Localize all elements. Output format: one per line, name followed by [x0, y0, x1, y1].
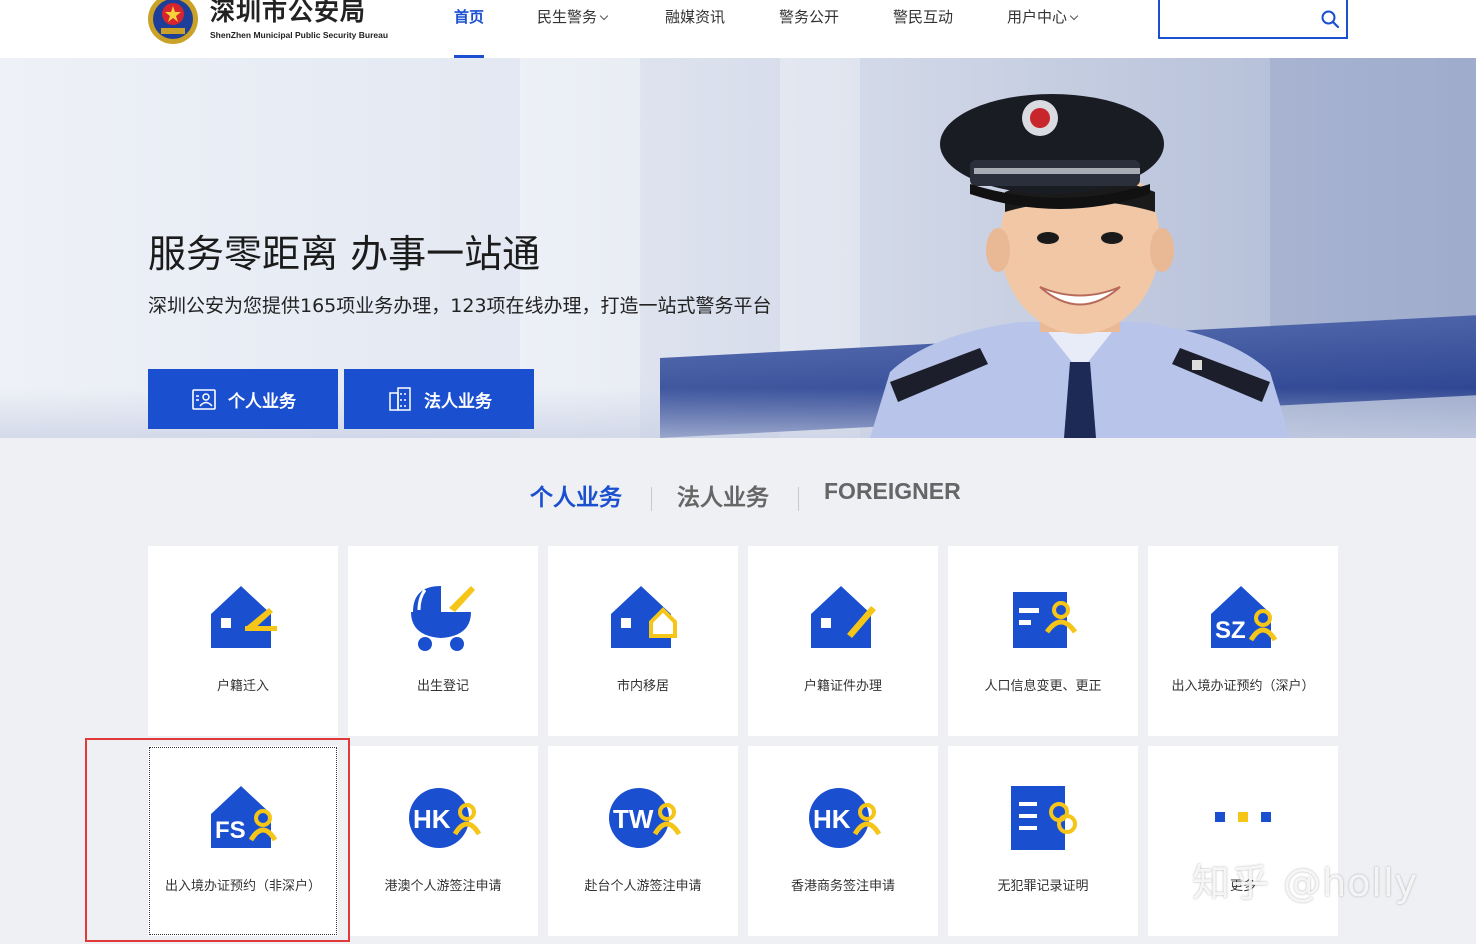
- service-label: 赴台个人游签注申请: [584, 879, 702, 894]
- chevron-down-icon: [599, 11, 609, 21]
- nav-police-affairs[interactable]: 警务公开: [779, 6, 839, 58]
- house-pen-icon: [211, 586, 277, 648]
- sz-house-person-icon: SZ: [1211, 586, 1278, 648]
- hero-subtitle: 深圳公安为您提供165项业务办理，123项在线办理，打造一站式警务平台: [148, 295, 772, 317]
- tab-personal[interactable]: 个人业务: [530, 478, 622, 512]
- service-card-hk-business-visa[interactable]: HK 香港商务签注申请: [748, 746, 938, 936]
- nav-home[interactable]: 首页: [454, 6, 485, 58]
- site-header: 深圳市公安局 ShenZhen Municipal Public Securit…: [0, 0, 1476, 58]
- hk-business-person-icon: HK: [809, 788, 881, 848]
- service-label: 出生登记: [416, 679, 469, 694]
- badge-text: FS: [215, 817, 246, 844]
- police-emblem-icon[interactable]: [146, 0, 200, 46]
- tw-circle-person-icon: TW: [609, 788, 681, 848]
- badge-text: HK: [413, 804, 451, 834]
- personal-id-icon: [192, 389, 216, 410]
- service-card-hukou-documents[interactable]: 户籍证件办理: [748, 546, 938, 736]
- brand-name-en: ShenZhen Municipal Public Security Burea…: [210, 30, 389, 40]
- badge-text: HK: [813, 804, 851, 834]
- id-card-person-icon: [1013, 592, 1078, 648]
- nav-media-news[interactable]: 融媒资讯: [665, 6, 725, 58]
- brand-name-cn: 深圳市公安局: [210, 0, 367, 26]
- badge-text: SZ: [1215, 617, 1246, 644]
- fs-house-person-icon: FS: [211, 786, 278, 848]
- stroller-icon: [411, 586, 475, 651]
- service-label: 出入境办证预约（深户）: [1171, 679, 1315, 694]
- house-document-icon: [811, 586, 876, 648]
- badge-text: TW: [613, 804, 654, 834]
- search-icon[interactable]: [1320, 9, 1340, 29]
- service-label: 市内移居: [616, 679, 669, 694]
- hero-title: 服务零距离 办事一站通: [148, 232, 541, 276]
- service-label: 无犯罪记录证明: [997, 879, 1089, 894]
- tab-divider: [651, 487, 652, 511]
- building-icon: [389, 387, 411, 411]
- nav-interaction[interactable]: 警民互动: [893, 6, 953, 58]
- service-card-more[interactable]: 更多: [1148, 746, 1338, 936]
- hero-banner: 服务零距离 办事一站通 深圳公安为您提供165项业务办理，123项在线办理，打造…: [0, 58, 1476, 438]
- house-move-icon: [611, 586, 677, 648]
- tab-divider: [798, 487, 799, 511]
- service-label: 户籍迁入: [216, 679, 269, 694]
- corporate-business-label: 法人业务: [424, 391, 492, 412]
- service-label: 人口信息变更、更正: [984, 679, 1102, 694]
- service-card-exit-entry-non-sz[interactable]: FS 出入境办证预约（非深户）: [148, 746, 338, 936]
- corporate-business-button[interactable]: 法人业务: [344, 369, 534, 429]
- service-card-no-criminal-record[interactable]: 无犯罪记录证明: [948, 746, 1138, 936]
- service-label: 港澳个人游签注申请: [384, 879, 502, 894]
- more-dots-icon: [1215, 812, 1271, 822]
- personal-business-button[interactable]: 个人业务: [148, 369, 338, 429]
- service-card-hukou-move-in[interactable]: 户籍迁入: [148, 546, 338, 736]
- nav-livelihood-policing[interactable]: 民生警务: [537, 6, 609, 58]
- tab-foreigner[interactable]: FOREIGNER: [824, 478, 961, 505]
- service-card-birth-registration[interactable]: 出生登记: [348, 546, 538, 736]
- service-label: 香港商务签注申请: [790, 879, 895, 894]
- service-label: 户籍证件办理: [803, 679, 882, 694]
- record-handcuffs-icon: [1011, 786, 1077, 850]
- search-box: [1158, 0, 1348, 39]
- watermark-text: 知乎 @holly: [1192, 861, 1419, 905]
- service-card-hk-macau-visa[interactable]: HK 港澳个人游签注申请: [348, 746, 538, 936]
- hk-circle-person-icon: HK: [409, 788, 481, 848]
- business-tabs: 个人业务 法人业务 FOREIGNER: [0, 478, 1476, 522]
- service-card-taiwan-visa[interactable]: TW 赴台个人游签注申请: [548, 746, 738, 936]
- service-card-exit-entry-sz[interactable]: SZ 出入境办证预约（深户）: [1148, 546, 1338, 736]
- search-input[interactable]: [1160, 0, 1310, 35]
- personal-business-label: 个人业务: [228, 391, 296, 412]
- police-officer-image: [870, 94, 1290, 438]
- chevron-down-icon: [1069, 11, 1079, 21]
- service-card-population-info-change[interactable]: 人口信息变更、更正: [948, 546, 1138, 736]
- nav-user-center[interactable]: 用户中心: [1007, 6, 1079, 58]
- service-label: 出入境办证预约（非深户）: [164, 879, 321, 894]
- tab-corporate[interactable]: 法人业务: [677, 478, 769, 512]
- service-card-move-within-city[interactable]: 市内移居: [548, 546, 738, 736]
